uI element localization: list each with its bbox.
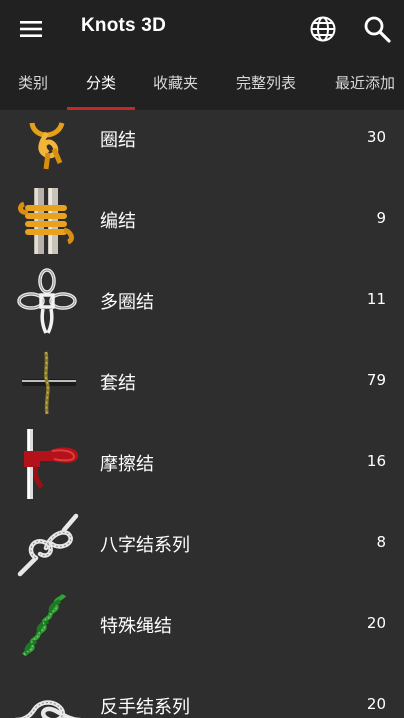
category-label: 摩擦结 (100, 454, 154, 475)
tab-categories[interactable]: 类别 (18, 72, 48, 93)
menu-button[interactable] (14, 12, 48, 46)
multi-loop-knot-icon (17, 268, 77, 334)
category-count: 8 (376, 533, 386, 551)
category-row-hitch[interactable]: 套结 79 (0, 342, 404, 423)
category-row-special[interactable]: 特殊绳结 20 (0, 585, 404, 666)
category-row-lashing[interactable]: 编结 9 (0, 180, 404, 261)
hitch-knot-icon (22, 351, 76, 415)
tab-bar: 类别 分类 收藏夹 完整列表 最近添加 (0, 58, 404, 110)
language-button[interactable] (306, 12, 340, 46)
category-count: 16 (366, 452, 386, 470)
figure-eight-knot-icon (17, 513, 79, 577)
category-row-loop[interactable]: 圈结 30 (0, 110, 404, 180)
category-label: 特殊绳结 (100, 616, 172, 637)
category-label: 编结 (100, 211, 136, 232)
tab-full-list[interactable]: 完整列表 (236, 72, 296, 93)
category-count: 20 (366, 614, 386, 632)
overhand-knot-icon (14, 700, 82, 718)
category-count: 30 (366, 128, 386, 146)
friction-knot-icon (24, 429, 79, 499)
category-list[interactable]: 圈结 30 编结 9 多圈结 11 套结 79 摩擦结 16 八字结系列 8 特… (0, 110, 404, 718)
category-row-overhand[interactable]: 反手结系列 20 (0, 666, 404, 718)
category-label: 八字结系列 (100, 535, 190, 556)
category-row-figure-eight[interactable]: 八字结系列 8 (0, 504, 404, 585)
special-knot-icon (22, 593, 67, 657)
search-button[interactable] (360, 12, 394, 46)
search-icon (364, 16, 391, 43)
category-count: 20 (366, 695, 386, 713)
globe-icon (310, 16, 336, 42)
category-label: 套结 (100, 373, 136, 394)
app-bar: Knots 3D (0, 0, 404, 58)
category-count: 79 (366, 371, 386, 389)
category-label: 圈结 (100, 130, 136, 151)
tab-recently-added[interactable]: 最近添加 (335, 72, 395, 93)
tab-favorites[interactable]: 收藏夹 (153, 72, 198, 93)
category-count: 11 (366, 290, 386, 308)
lashing-knot-icon (18, 188, 74, 254)
app-title: Knots 3D (81, 15, 166, 36)
category-label: 多圈结 (100, 292, 154, 313)
category-count: 9 (376, 209, 386, 227)
tab-classification[interactable]: 分类 (86, 72, 116, 93)
category-row-multi-loop[interactable]: 多圈结 11 (0, 261, 404, 342)
menu-icon (20, 21, 42, 37)
loop-knot-icon (29, 122, 65, 170)
category-label: 反手结系列 (100, 697, 190, 718)
category-row-friction[interactable]: 摩擦结 16 (0, 423, 404, 504)
